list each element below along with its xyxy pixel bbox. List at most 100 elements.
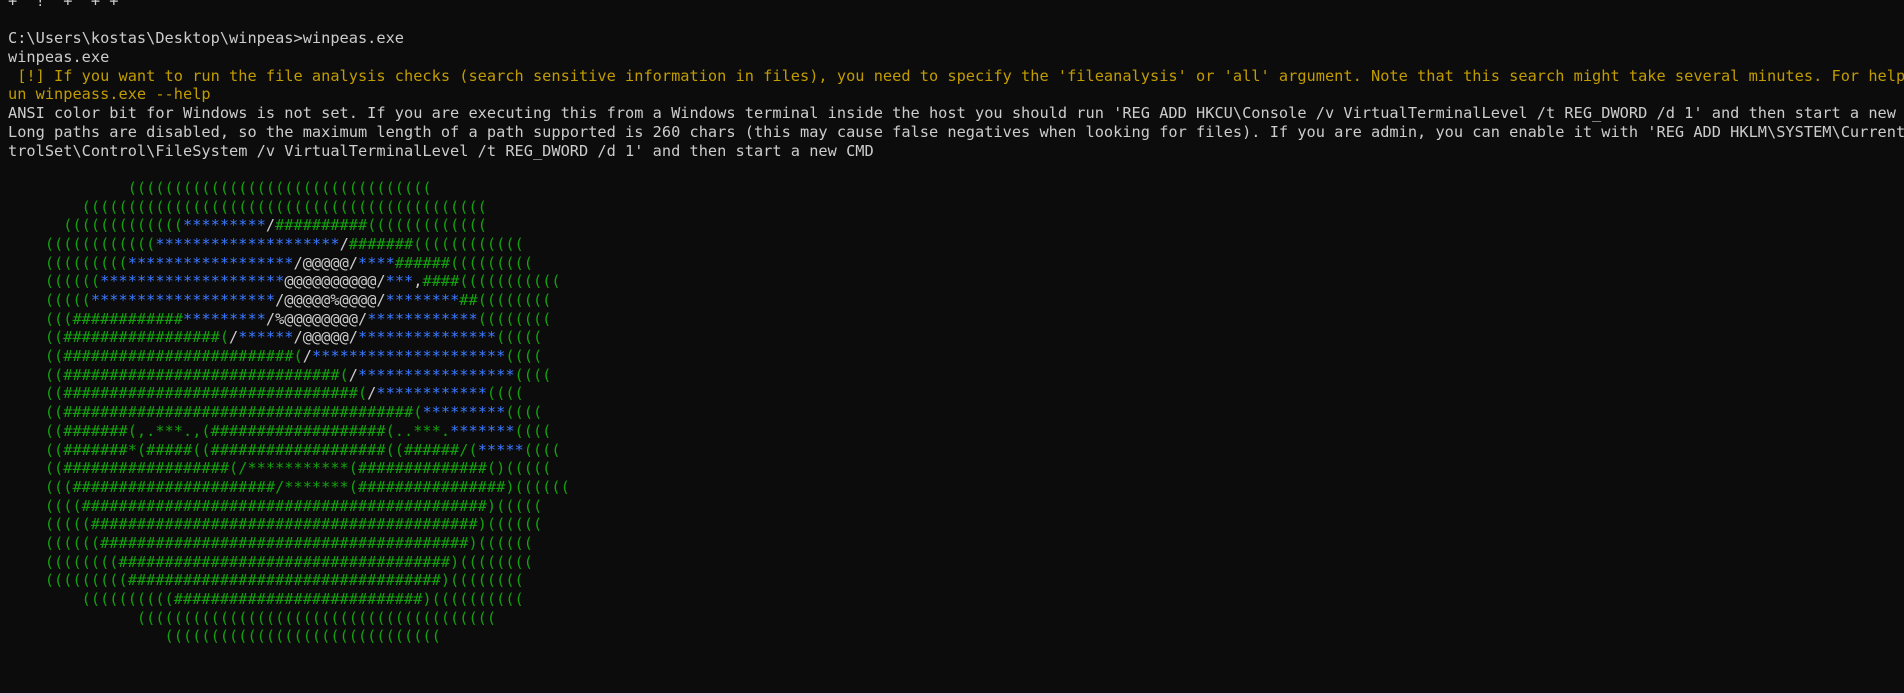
ascii-art-segment: ******* xyxy=(450,421,515,440)
ascii-art-segment: ******** xyxy=(385,291,460,309)
ascii-art-line: ((#######(,.***.,(###################(..… xyxy=(8,422,1904,441)
ascii-art-line: ((((((((((###########################)((… xyxy=(8,590,1904,609)
ascii-art-segment: (((( xyxy=(486,384,524,403)
ascii-art-segment: ***************** xyxy=(357,365,515,384)
ascii-art-segment: (((( xyxy=(514,421,552,440)
ascii-art-line: (((######################/*******(######… xyxy=(8,478,1904,497)
ascii-art-segment: ****** xyxy=(238,328,294,347)
ascii-art-segment: ((################################( xyxy=(8,384,368,403)
ascii-art-line: (((((###################################… xyxy=(8,515,1904,534)
ascii-art-segment: ((((( xyxy=(496,328,543,347)
ascii-art-segment: (((((###################################… xyxy=(8,515,543,534)
ascii-art-line: ((((((((((((********************/#######… xyxy=(8,235,1904,254)
info-line-ansi: ANSI color bit for Windows is not set. I… xyxy=(8,104,1904,123)
ascii-art-segment: (((############ xyxy=(8,309,183,328)
ascii-art-line: (((((((((******************/@@@@@/****##… xyxy=(8,254,1904,273)
ascii-art-segment: ((#######*(#####((###################((#… xyxy=(8,440,478,459)
ascii-art-line: ((######################################… xyxy=(8,403,1904,422)
ascii-art-line: ((((((##################################… xyxy=(8,534,1904,553)
ascii-art-segment: ((##################(/***********(######… xyxy=(8,459,552,478)
ascii-art-segment: ((######################################… xyxy=(8,403,423,422)
ascii-art-line: ((((((((################################… xyxy=(8,553,1904,572)
ascii-art-segment: ******************** xyxy=(90,291,276,309)
ascii-art-segment: / xyxy=(339,234,349,253)
ascii-art-segment: / xyxy=(229,328,239,347)
ascii-art-segment: / xyxy=(367,384,377,403)
ascii-art-segment: (((( xyxy=(514,365,552,384)
ascii-art-line: ((((((((((((((((((((((((((((((((((((((((… xyxy=(8,198,1904,217)
ascii-art-segment: *** xyxy=(385,272,414,291)
ascii-art-line: (((############*********/%@@@@@@@@/*****… xyxy=(8,310,1904,329)
ascii-art-segment: (((######################/*******(######… xyxy=(8,477,570,496)
ascii-art-line: ((((((((((((((((((((((((((((((((( xyxy=(8,179,1904,198)
ascii-art-segment: ######((((((((( xyxy=(394,253,533,272)
ascii-art-line: ((##############################(/******… xyxy=(8,366,1904,385)
ascii-art-segment: ((((((((################################… xyxy=(8,552,533,571)
ascii-art-segment: ####((((((((((( xyxy=(422,272,561,291)
command-prompt-line: C:\Users\kostas\Desktop\winpeas>winpeas.… xyxy=(8,29,405,48)
ascii-art-segment: ((((((((((((( xyxy=(8,216,183,235)
ascii-art-line: (((((********************/@@@@@%@@@@/***… xyxy=(8,291,1904,310)
command-echo-line: winpeas.exe xyxy=(8,48,110,67)
ascii-art-segment: ((#######(,.***.,(###################(..… xyxy=(8,421,451,440)
warning-line-1: [!] If you want to run the file analysis… xyxy=(8,66,1904,85)
ascii-art-line: (((((((((((((((((((((((((((((( xyxy=(8,627,1904,646)
ascii-art-segment: / xyxy=(348,365,358,384)
ascii-art-line: ((################################(/****… xyxy=(8,384,1904,403)
ascii-art-segment: ((((( xyxy=(8,291,91,309)
ascii-art-segment: ****************** xyxy=(127,253,294,272)
ascii-art-segment: (((((((((###############################… xyxy=(8,571,524,590)
ascii-art-line: (((((((((((((*********/##########(((((((… xyxy=(8,216,1904,235)
ascii-art-segment: ##########((((((((((((( xyxy=(275,216,487,235)
ascii-art-segment: (((( xyxy=(505,347,543,366)
ascii-art-segment: ((((((((((((((((((((((((((((((((((((((( xyxy=(8,608,497,627)
ascii-art-segment: ((((####################################… xyxy=(8,496,543,515)
ascii-art-segment: (((( xyxy=(505,403,543,422)
ascii-art-line: ((((((((((((((((((((((((((((((((((((((( xyxy=(8,609,1904,628)
ascii-art-line: ((#################(/******/@@@@@/******… xyxy=(8,328,1904,347)
ascii-art-segment: ********* xyxy=(182,216,266,235)
ascii-art-segment: ************ xyxy=(376,384,487,403)
ascii-art-segment: (((((((((((((((((((((((((((((( xyxy=(8,627,441,646)
ascii-art-segment: /@@@@@%@@@@/ xyxy=(275,291,386,309)
ascii-art-line: ((((####################################… xyxy=(8,497,1904,516)
ascii-art-segment: /@@@@@/ xyxy=(293,253,358,272)
ascii-art-segment: (((( xyxy=(523,440,561,459)
ascii-art-segment: / xyxy=(302,347,312,366)
ascii-art-segment: ((((((((((((((((((((((((((((((((( xyxy=(8,178,432,197)
ascii-art-segment: #######(((((((((((( xyxy=(348,234,524,253)
ascii-art-segment: (((((( xyxy=(8,272,101,291)
winpeas-ascii-logo: ((((((((((((((((((((((((((((((((( ((((((… xyxy=(8,179,1904,646)
ascii-art-segment: (((((((( xyxy=(477,309,552,328)
ascii-art-segment: ******************** xyxy=(155,234,340,253)
ascii-art-segment: /@@@@@/ xyxy=(293,328,358,347)
ascii-art-segment: ((##############################( xyxy=(8,365,349,384)
partial-top-line: + ! + + + xyxy=(8,0,119,10)
ascii-art-line: ((#######*(#####((###################((#… xyxy=(8,441,1904,460)
info-line-long-paths-cont: trolSet\Control\FileSystem /v VirtualTer… xyxy=(8,141,874,160)
info-line-long-paths: Long paths are disabled, so the maximum … xyxy=(8,122,1904,141)
ascii-art-segment: ********* xyxy=(422,403,506,422)
ascii-art-segment: *************** xyxy=(357,328,497,347)
ascii-art-line: ((#########################(/***********… xyxy=(8,347,1904,366)
ascii-art-segment: (((((((((((( xyxy=(8,234,156,253)
ascii-art-line: (((((((((###############################… xyxy=(8,571,1904,590)
ascii-art-segment: ***** xyxy=(477,440,524,459)
ascii-art-segment: ********* xyxy=(182,309,266,328)
ascii-art-segment: /%@@@@@@@@/ xyxy=(265,309,368,328)
ascii-art-segment: ********************* xyxy=(311,347,506,366)
ascii-art-segment: ((((((((((###########################)((… xyxy=(8,590,524,608)
ascii-art-segment: ((((((((((((((((((((((((((((((((((((((((… xyxy=(8,197,487,216)
ascii-art-segment: @@@@@@@@@@/ xyxy=(284,272,386,291)
ascii-art-segment: ******************** xyxy=(100,272,285,291)
ascii-art-segment: ((((((##################################… xyxy=(8,533,533,552)
terminal-window[interactable]: + ! + + + C:\Users\kostas\Desktop\winpea… xyxy=(8,0,1904,690)
ascii-art-segment: **** xyxy=(357,253,395,272)
ascii-art-segment: ((((((((( xyxy=(8,253,128,272)
ascii-art-line: ((##################(/***********(######… xyxy=(8,459,1904,478)
ascii-art-segment: ************ xyxy=(367,309,478,328)
ascii-art-segment: ((#########################( xyxy=(8,347,303,366)
ascii-art-segment: ((#################( xyxy=(8,328,230,347)
